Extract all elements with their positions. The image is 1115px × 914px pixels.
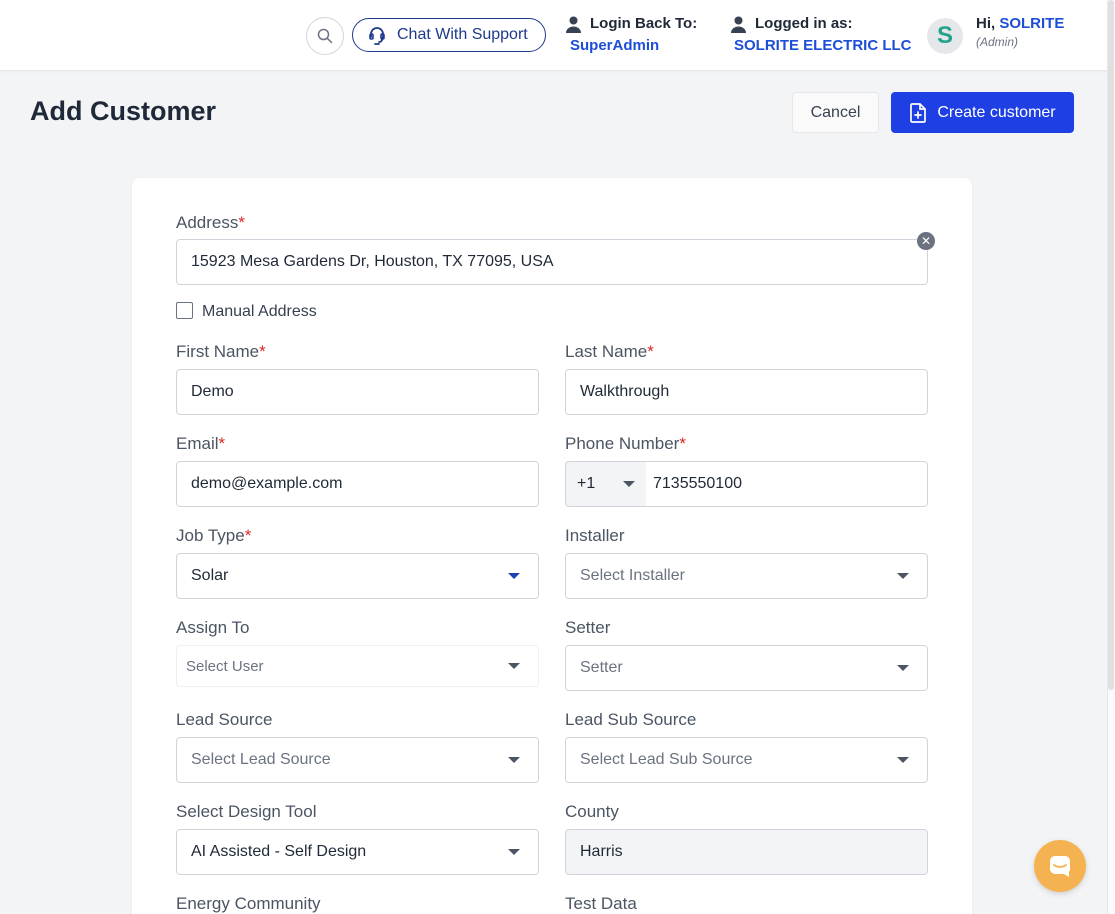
county-input: Harris — [565, 829, 928, 875]
chevron-down-icon — [897, 757, 909, 763]
search-button[interactable] — [306, 17, 344, 55]
job-type-select[interactable]: Solar — [176, 553, 539, 599]
address-input[interactable]: 15923 Mesa Gardens Dr, Houston, TX 77095… — [176, 239, 928, 285]
chevron-down-icon — [623, 481, 635, 487]
page-title: Add Customer — [30, 96, 217, 126]
clear-icon[interactable]: ✕ — [917, 232, 935, 250]
lead-source-select[interactable]: Select Lead Source — [176, 737, 539, 783]
user-greeting[interactable]: Hi, SOLRITE (Admin) — [976, 15, 1064, 49]
chevron-down-icon — [508, 849, 520, 855]
chevron-down-icon — [508, 663, 520, 669]
chat-bubble-icon — [1050, 856, 1070, 877]
user-icon — [566, 16, 581, 33]
design-tool-label: Select Design Tool — [176, 802, 317, 821]
last-name-input[interactable]: Walkthrough — [565, 369, 928, 415]
first-name-label: First Name* — [176, 342, 266, 361]
login-back-label: Login Back To: — [590, 15, 698, 32]
country-code-select[interactable]: +1 — [565, 461, 647, 507]
chat-with-support-label: Chat With Support — [397, 26, 528, 43]
phone-number-input[interactable]: 7135550100 — [646, 461, 928, 507]
installer-label: Installer — [565, 526, 625, 545]
lead-sub-source-label: Lead Sub Source — [565, 710, 697, 729]
cancel-button[interactable]: Cancel — [792, 92, 879, 133]
logged-in-block: Logged in as: SOLRITE ELECTRIC LLC — [731, 13, 912, 57]
test-data-label: Test Data — [565, 894, 637, 913]
create-customer-label: Create customer — [937, 103, 1056, 121]
lead-sub-source-placeholder: Select Lead Sub Source — [580, 751, 753, 768]
email-label: Email* — [176, 434, 226, 453]
chevron-down-icon — [897, 573, 909, 579]
installer-placeholder: Select Installer — [580, 567, 685, 584]
county-label: County — [565, 802, 619, 821]
page-scrollbar[interactable] — [1107, 0, 1115, 914]
logged-in-label: Logged in as: — [755, 15, 853, 32]
scrollbar-thumb[interactable] — [1108, 0, 1114, 690]
search-icon — [317, 28, 333, 44]
assign-to-label: Assign To — [176, 618, 250, 637]
login-back-link[interactable]: SuperAdmin — [566, 35, 697, 57]
avatar[interactable]: S — [927, 18, 963, 54]
country-code-value: +1 — [577, 475, 596, 492]
job-type-value: Solar — [191, 567, 229, 584]
setter-placeholder: Setter — [580, 659, 623, 676]
design-tool-select[interactable]: AI Assisted - Self Design — [176, 829, 539, 875]
job-type-label: Job Type* — [176, 526, 252, 545]
lead-sub-source-select[interactable]: Select Lead Sub Source — [565, 737, 928, 783]
chevron-down-icon — [508, 757, 520, 763]
assign-to-select[interactable]: Select User — [176, 645, 539, 687]
design-tool-value: AI Assisted - Self Design — [191, 843, 367, 860]
user-role: (Admin) — [976, 35, 1019, 49]
file-plus-icon — [910, 102, 927, 123]
support-icon — [369, 27, 385, 45]
lead-source-placeholder: Select Lead Source — [191, 751, 331, 768]
logged-in-company-link[interactable]: SOLRITE ELECTRIC LLC — [731, 35, 912, 57]
installer-select[interactable]: Select Installer — [565, 553, 928, 599]
email-input[interactable]: demo@example.com — [176, 461, 539, 507]
chat-with-support-button[interactable]: Chat With Support — [352, 18, 546, 52]
greeting-prefix: Hi, — [976, 15, 996, 32]
chat-launcher-button[interactable] — [1034, 840, 1086, 892]
assign-to-placeholder: Select User — [186, 657, 264, 675]
energy-community-label: Energy Community — [176, 894, 321, 913]
manual-address-checkbox[interactable] — [176, 302, 193, 319]
chevron-down-icon — [897, 665, 909, 671]
manual-address-label: Manual Address — [202, 303, 317, 320]
setter-label: Setter — [565, 618, 611, 637]
first-name-input[interactable]: Demo — [176, 369, 539, 415]
last-name-label: Last Name* — [565, 342, 654, 361]
setter-select[interactable]: Setter — [565, 645, 928, 691]
phone-number-label: Phone Number* — [565, 434, 686, 453]
top-bar: Chat With Support Login Back To: SuperAd… — [0, 0, 1115, 71]
address-label: Address* — [176, 213, 245, 232]
login-back-block: Login Back To: SuperAdmin — [566, 13, 697, 57]
user-icon — [731, 16, 746, 33]
lead-source-label: Lead Source — [176, 710, 273, 729]
greeting-name: SOLRITE — [999, 15, 1065, 32]
chevron-down-icon — [508, 573, 520, 579]
create-customer-button[interactable]: Create customer — [891, 92, 1074, 133]
